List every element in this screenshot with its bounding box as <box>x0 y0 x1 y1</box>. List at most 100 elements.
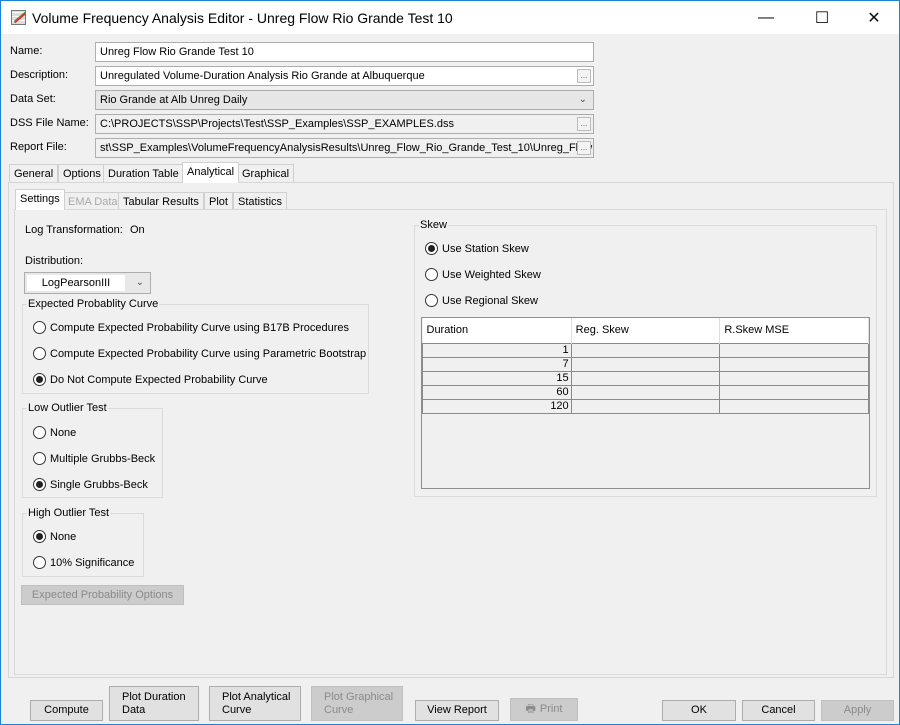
maximize-button[interactable]: ☐ <box>799 1 845 34</box>
distribution-label: Distribution: <box>25 255 84 267</box>
expected-probability-options-button: Expected Probability Options <box>21 585 184 605</box>
description-browse-button[interactable]: ... <box>577 69 591 83</box>
radio-low-none[interactable]: None <box>33 426 76 439</box>
radio-high-none-indicator <box>33 530 46 543</box>
distribution-value: LogPearsonIII <box>27 275 125 291</box>
log-transformation-label: Log Transformation: <box>25 224 123 236</box>
column-header-reg-skew[interactable]: Reg. Skew <box>571 318 721 343</box>
report-file-input[interactable]: st\SSP_Examples\VolumeFrequencyAnalysisR… <box>95 138 594 158</box>
tab-duration-table[interactable]: Duration Table <box>103 164 184 182</box>
cell-reg-skew[interactable] <box>570 356 721 372</box>
cell-duration: 7 <box>422 356 572 372</box>
cell-rskew-mse[interactable] <box>719 384 869 400</box>
high-outlier-title: High Outlier Test <box>27 507 111 519</box>
report-browse-button[interactable]: ... <box>577 141 591 155</box>
log-transformation-value: On <box>130 224 145 236</box>
dss-file-input[interactable]: C:\PROJECTS\SSP\Projects\Test\SSP_Exampl… <box>95 114 594 134</box>
subtab-statistics[interactable]: Statistics <box>233 192 288 210</box>
cell-reg-skew[interactable] <box>570 370 721 386</box>
dss-browse-button[interactable]: ... <box>577 117 591 131</box>
apply-button: Apply <box>821 700 894 721</box>
cell-rskew-mse[interactable] <box>719 370 869 386</box>
radio-regional-skew-indicator <box>425 294 438 307</box>
radio-bootstrap-label: Compute Expected Probability Curve using… <box>50 347 367 360</box>
expected-probability-title: Expected Probablity Curve <box>27 298 160 310</box>
subtab-ema-data: EMA Data <box>63 192 123 210</box>
dataset-select[interactable]: Rio Grande at Alb Unreg Daily ⌄ <box>95 90 594 110</box>
title-bar: Volume Frequency Analysis Editor - Unreg… <box>1 1 899 34</box>
table-row: 1 <box>422 342 869 358</box>
plot-analytical-curve-button[interactable]: Plot Analytical Curve <box>209 686 301 721</box>
subtab-tabular-results[interactable]: Tabular Results <box>118 192 204 210</box>
compute-button[interactable]: Compute <box>30 700 103 721</box>
radio-b17b-indicator <box>33 321 46 334</box>
radio-station-skew-indicator <box>425 242 438 255</box>
radio-b17b[interactable]: Compute Expected Probability Curve using… <box>33 321 349 334</box>
window-title: Volume Frequency Analysis Editor - Unreg… <box>32 10 453 26</box>
radio-10pct-indicator <box>33 556 46 569</box>
tab-analytical[interactable]: Analytical <box>182 162 240 183</box>
plot-duration-line2: Data <box>122 703 146 716</box>
close-button[interactable]: ✕ <box>851 1 897 34</box>
radio-high-none-label: None <box>50 530 77 543</box>
maximize-icon: ☐ <box>814 9 830 27</box>
skew-table: Duration Reg. Skew R.Skew MSE 1 7 15 60 … <box>422 318 869 414</box>
radio-station-skew-label: Use Station Skew <box>442 242 529 255</box>
plot-duration-line1: Plot Duration <box>122 690 186 703</box>
cell-reg-skew[interactable] <box>570 342 721 358</box>
cell-rskew-mse[interactable] <box>719 356 869 372</box>
cancel-button[interactable]: Cancel <box>742 700 815 721</box>
minimize-button[interactable]: — <box>743 1 789 34</box>
dataset-value: Rio Grande at Alb Unreg Daily <box>100 94 248 106</box>
radio-b17b-label: Compute Expected Probability Curve using… <box>50 321 349 334</box>
subtab-plot[interactable]: Plot <box>204 192 233 210</box>
description-input[interactable]: Unregulated Volume-Duration Analysis Rio… <box>95 66 594 86</box>
name-label: Name: <box>10 45 43 57</box>
radio-station-skew[interactable]: Use Station Skew <box>425 242 529 255</box>
radio-do-not-compute-label: Do Not Compute Expected Probability Curv… <box>50 373 268 386</box>
subtab-settings[interactable]: Settings <box>15 189 65 210</box>
dss-file-label: DSS File Name: <box>10 117 89 129</box>
radio-weighted-skew-label: Use Weighted Skew <box>442 268 541 281</box>
ok-button[interactable]: OK <box>662 700 736 721</box>
radio-do-not-compute-indicator <box>33 373 46 386</box>
cell-reg-skew[interactable] <box>570 384 721 400</box>
radio-bootstrap-indicator <box>33 347 46 360</box>
report-file-value: st\SSP_Examples\VolumeFrequencyAnalysisR… <box>100 142 593 154</box>
radio-weighted-skew[interactable]: Use Weighted Skew <box>425 268 541 281</box>
radio-do-not-compute[interactable]: Do Not Compute Expected Probability Curv… <box>33 373 268 386</box>
printer-icon: 🖶 <box>525 703 536 715</box>
plot-duration-data-button[interactable]: Plot Duration Data <box>109 686 199 721</box>
column-header-rskew-mse[interactable]: R.Skew MSE <box>719 318 869 343</box>
description-label: Description: <box>10 69 69 81</box>
name-input[interactable]: Unreg Flow Rio Grande Test 10 <box>95 42 594 62</box>
cell-duration: 1 <box>422 342 572 358</box>
distribution-select[interactable]: LogPearsonIII ⌄ <box>24 272 151 294</box>
radio-parametric-bootstrap[interactable]: Compute Expected Probability Curve using… <box>33 347 366 360</box>
skew-title: Skew <box>419 219 448 231</box>
dss-file-value: C:\PROJECTS\SSP\Projects\Test\SSP_Exampl… <box>100 118 454 130</box>
print-button: 🖶 Print <box>510 698 578 721</box>
table-row: 60 <box>422 384 869 400</box>
tab-options[interactable]: Options <box>58 164 106 182</box>
chevron-down-icon: ⌄ <box>135 277 144 288</box>
radio-single-grubbs-beck[interactable]: Single Grubbs-Beck <box>33 478 148 491</box>
radio-multiple-grubbs-beck[interactable]: Multiple Grubbs-Beck <box>33 452 155 465</box>
radio-low-none-label: None <box>50 426 77 439</box>
radio-regional-skew[interactable]: Use Regional Skew <box>425 294 538 307</box>
tab-general[interactable]: General <box>9 164 59 182</box>
radio-10pct-significance[interactable]: 10% Significance <box>33 556 134 569</box>
table-row: 15 <box>422 370 869 386</box>
cell-rskew-mse[interactable] <box>719 398 869 414</box>
print-label: Print <box>539 703 563 715</box>
column-header-duration[interactable]: Duration <box>422 318 572 343</box>
tab-graphical[interactable]: Graphical <box>237 164 295 182</box>
cell-rskew-mse[interactable] <box>719 342 869 358</box>
view-report-button[interactable]: View Report <box>415 700 499 721</box>
radio-high-none[interactable]: None <box>33 530 76 543</box>
close-icon: ✕ <box>867 9 881 27</box>
radio-sgb-label: Single Grubbs-Beck <box>50 478 148 491</box>
plot-analytical-line2: Curve <box>222 703 252 716</box>
cell-duration: 120 <box>422 398 572 414</box>
cell-reg-skew[interactable] <box>570 398 721 414</box>
